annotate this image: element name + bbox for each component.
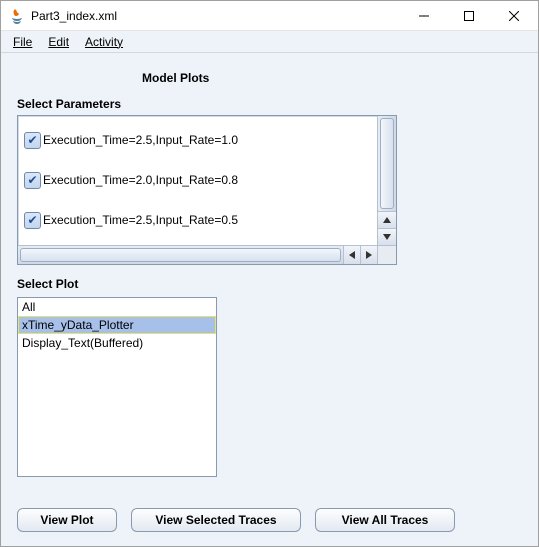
menu-edit[interactable]: Edit (42, 33, 75, 51)
scroll-left-button[interactable] (343, 246, 360, 264)
parameter-checkbox[interactable]: ✔ (24, 132, 41, 149)
select-parameters-label: Select Parameters (17, 97, 522, 111)
minimize-button[interactable] (401, 1, 446, 30)
parameters-panel: ✔ Execution_Time=2.5,Input_Rate=1.0 ✔ Ex… (17, 115, 397, 265)
scrollbar-thumb[interactable] (20, 248, 341, 262)
scroll-down-button[interactable] (378, 228, 396, 245)
scrollbar-corner (377, 245, 396, 264)
menubar: File Edit Activity (1, 31, 538, 53)
page-title: Model Plots (17, 65, 522, 97)
view-selected-traces-button[interactable]: View Selected Traces (131, 508, 301, 532)
select-plot-label: Select Plot (17, 277, 522, 291)
parameter-label: Execution_Time=2.0,Input_Rate=0.8 (43, 173, 238, 187)
view-plot-button[interactable]: View Plot (17, 508, 117, 532)
app-window: Part3_index.xml File Edit Activity Model… (0, 0, 539, 547)
parameter-row: ✔ Execution_Time=2.0,Input_Rate=0.8 (22, 160, 373, 200)
vertical-scrollbar[interactable] (377, 116, 396, 245)
maximize-icon (464, 11, 474, 21)
maximize-button[interactable] (446, 1, 491, 30)
plot-option[interactable]: Display_Text(Buffered) (18, 334, 216, 352)
content-area: Model Plots Select Parameters ✔ Executio… (1, 53, 538, 546)
parameter-checkbox[interactable]: ✔ (24, 212, 41, 229)
chevron-left-icon (348, 251, 356, 259)
chevron-down-icon (383, 233, 391, 241)
chevron-up-icon (383, 216, 391, 224)
parameter-label: Execution_Time=2.5,Input_Rate=1.0 (43, 133, 238, 147)
close-button[interactable] (491, 1, 536, 30)
chevron-right-icon (365, 251, 373, 259)
plot-option[interactable]: All (18, 298, 216, 316)
horizontal-scrollbar[interactable] (18, 245, 377, 264)
plot-listbox[interactable]: All xTime_yData_Plotter Display_Text(Buf… (17, 297, 217, 477)
scrollbar-thumb[interactable] (380, 118, 394, 209)
view-all-traces-button[interactable]: View All Traces (315, 508, 455, 532)
plot-option[interactable]: xTime_yData_Plotter (18, 316, 216, 334)
minimize-icon (419, 11, 429, 21)
button-row: View Plot View Selected Traces View All … (17, 498, 522, 532)
window-title: Part3_index.xml (31, 9, 401, 23)
scroll-up-button[interactable] (378, 211, 396, 228)
close-icon (509, 11, 519, 21)
menu-file[interactable]: File (7, 33, 38, 51)
parameters-list: ✔ Execution_Time=2.5,Input_Rate=1.0 ✔ Ex… (18, 116, 377, 245)
scroll-right-button[interactable] (360, 246, 377, 264)
parameter-row: ✔ Execution_Time=2.5,Input_Rate=0.5 (22, 200, 373, 240)
java-icon (9, 8, 25, 24)
parameter-row: ✔ Execution_Time=2.5,Input_Rate=1.0 (22, 120, 373, 160)
menu-activity[interactable]: Activity (79, 33, 129, 51)
window-controls (401, 1, 536, 30)
parameter-checkbox[interactable]: ✔ (24, 172, 41, 189)
titlebar: Part3_index.xml (1, 1, 538, 31)
parameter-label: Execution_Time=2.5,Input_Rate=0.5 (43, 213, 238, 227)
